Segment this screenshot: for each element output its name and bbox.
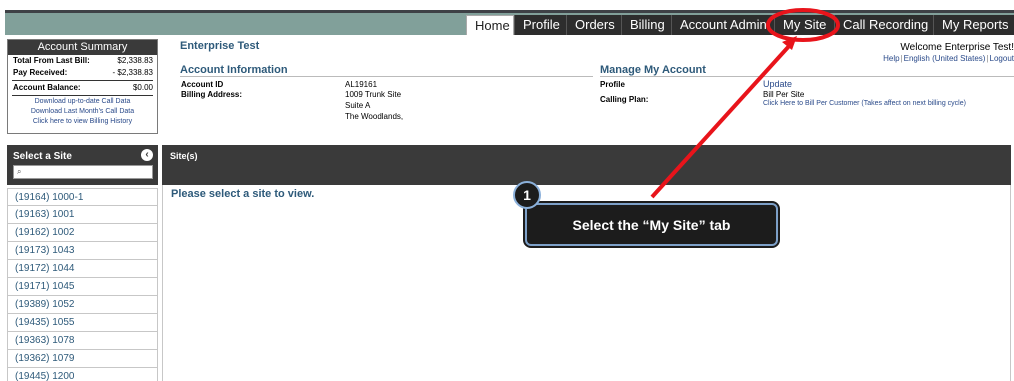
search-icon: ⌕ xyxy=(17,167,22,176)
profile-label: Profile xyxy=(600,80,625,89)
site-selector-title: Select a Site xyxy=(13,151,72,162)
site-list-item[interactable]: (19171) 1045 xyxy=(7,278,158,296)
account-summary-title: Account Summary xyxy=(8,40,157,55)
instruction-callout: Select the “My Site” tab xyxy=(525,203,778,246)
summary-divider xyxy=(12,95,153,96)
site-list-item[interactable]: (19164) 1000-1 xyxy=(7,188,158,206)
site-search-box[interactable]: ⌕ xyxy=(13,165,153,179)
site-list-item[interactable]: (19173) 1043 xyxy=(7,242,158,260)
bill-per-customer-link[interactable]: Click Here to Bill Per Customer (Takes a… xyxy=(763,99,966,109)
total-value: $2,338.83 xyxy=(117,56,153,65)
language-link[interactable]: English (United States) xyxy=(904,54,986,63)
tab-account-admin[interactable]: Account Admin xyxy=(671,15,774,35)
tab-billing[interactable]: Billing xyxy=(621,15,671,35)
instruction-text: Select the “My Site” tab xyxy=(572,217,731,233)
billing-history-link[interactable]: Click here to view Billing History xyxy=(8,117,157,127)
calling-plan-label: Calling Plan: xyxy=(600,95,649,104)
site-list-item[interactable]: (19362) 1079 xyxy=(7,350,158,368)
download-last-month-call-data-link[interactable]: Download Last Month's Call Data xyxy=(8,107,157,117)
billing-address-label: Billing Address: xyxy=(181,90,243,99)
logout-link[interactable]: Logout xyxy=(990,54,1014,63)
site-list-item[interactable]: (19162) 1002 xyxy=(7,224,158,242)
site-list-item[interactable]: (19172) 1044 xyxy=(7,260,158,278)
received-label: Pay Received: xyxy=(13,68,68,77)
profile-update-link[interactable]: Update xyxy=(763,79,792,89)
sites-panel-title: Site(s) xyxy=(170,151,198,161)
total-from-last-bill-row: Total From Last Bill: $2,338.83 xyxy=(8,55,157,67)
site-list: (19164) 1000-1 (19163) 1001 (19162) 1002 (1… xyxy=(7,188,158,381)
select-site-message: Please select a site to view. xyxy=(171,188,315,200)
annotation-arrow-head xyxy=(782,36,797,50)
manage-my-account-title: Manage My Account xyxy=(600,64,1014,77)
tab-my-reports[interactable]: My Reports xyxy=(933,15,1014,35)
balance-label: Account Balance: xyxy=(13,83,81,92)
page-title: Enterprise Test xyxy=(180,40,260,52)
account-id-label: Account ID xyxy=(181,80,224,89)
step-number-badge: 1 xyxy=(513,181,541,209)
tab-my-site[interactable]: My Site xyxy=(774,15,834,35)
billing-address-line: Suite A xyxy=(345,101,371,110)
tab-home[interactable]: Home xyxy=(466,15,514,35)
site-list-item[interactable]: (19389) 1052 xyxy=(7,296,158,314)
tab-orders[interactable]: Orders xyxy=(566,15,621,35)
download-current-call-data-link[interactable]: Download up-to-date Call Data xyxy=(8,97,157,107)
site-selector-header: Select a Site ‹ ⌕ xyxy=(7,145,158,185)
account-balance-row: Account Balance: $0.00 xyxy=(8,82,157,94)
account-id-value: AL19161 xyxy=(345,80,378,89)
site-list-item[interactable]: (19445) 1200 xyxy=(7,368,158,381)
account-summary-panel: Account Summary Total From Last Bill: $2… xyxy=(7,39,158,134)
header-links: Help|English (United States)|Logout xyxy=(883,54,1014,63)
billing-address-line: 1009 Trunk Site xyxy=(345,90,402,99)
pay-received-row: Pay Received: - $2,338.83 xyxy=(8,67,157,79)
site-list-item[interactable]: (19363) 1078 xyxy=(7,332,158,350)
welcome-message: Welcome Enterprise Test! xyxy=(900,42,1014,53)
tab-call-recording[interactable]: Call Recording xyxy=(834,15,933,35)
help-link[interactable]: Help xyxy=(883,54,899,63)
tab-profile[interactable]: Profile xyxy=(514,15,566,35)
summary-divider xyxy=(12,80,153,81)
site-search-input[interactable] xyxy=(28,167,148,177)
collapse-icon[interactable]: ‹ xyxy=(141,149,153,161)
received-value: - $2,338.83 xyxy=(112,68,153,77)
site-list-item[interactable]: (19163) 1001 xyxy=(7,206,158,224)
sites-panel-header: Site(s) xyxy=(162,145,1011,185)
account-information-title: Account Information xyxy=(180,64,593,77)
balance-value: $0.00 xyxy=(132,83,153,92)
site-list-item[interactable]: (19435) 1055 xyxy=(7,314,158,332)
billing-address-line: The Woodlands, xyxy=(345,112,404,121)
total-label: Total From Last Bill: xyxy=(13,56,90,65)
